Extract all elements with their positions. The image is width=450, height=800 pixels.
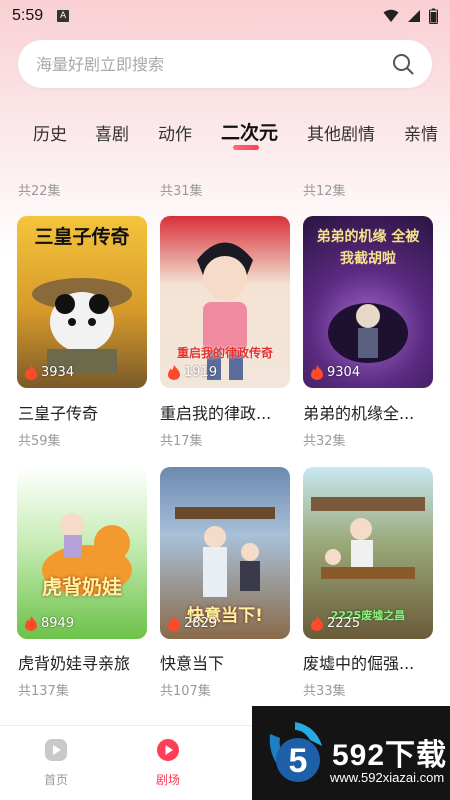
nav-home[interactable]: 首页 (26, 738, 86, 788)
drama-title[interactable]: 虎背奶娃寻亲旅 (18, 650, 130, 674)
drama-title[interactable]: 重启我的律政... (160, 400, 271, 424)
drama-poster[interactable]: 虎背奶娃 8949 (17, 467, 147, 639)
drama-title[interactable]: 废墟中的倔强... (303, 650, 414, 674)
tab-comedy[interactable]: 喜剧 (95, 120, 129, 145)
poster-title-art: 弟弟的机缘 全被我截胡啦 (316, 229, 420, 267)
status-icons (383, 8, 438, 24)
drama-poster[interactable]: 重启我的律政传奇 1919 (160, 216, 290, 388)
svg-text:5: 5 (289, 742, 308, 780)
episode-count: 共17集 (160, 434, 203, 449)
episode-count: 共22集 (18, 184, 61, 199)
status-bar: 5:59 A (0, 0, 450, 32)
fire-icon (168, 616, 180, 631)
watermark-url: www.592xiazai.com (330, 770, 445, 785)
drama-poster[interactable]: 2225废墟之昌 2225 (303, 467, 433, 639)
poster-title-art: 重启我的律政传奇 (176, 346, 273, 360)
tab-action[interactable]: 动作 (158, 120, 192, 145)
nav-home-label: 首页 (43, 773, 68, 787)
poster-character-illustration (311, 497, 425, 579)
site-watermark: 5 592下载 www.592xiazai.com (252, 706, 450, 800)
fire-icon (25, 616, 37, 631)
heat-counter: 8949 (25, 616, 74, 631)
poster-title-art: 三皇子传奇 (34, 226, 130, 248)
episode-count: 共12集 (303, 184, 346, 199)
watermark-logo-text: 592下载 (332, 739, 448, 772)
search-bar[interactable] (18, 40, 432, 88)
heat-value: 2829 (184, 616, 218, 631)
heat-value: 1919 (184, 365, 218, 380)
fire-icon (25, 365, 37, 380)
episode-count: 共59集 (18, 434, 61, 449)
episode-count: 共31集 (160, 184, 203, 199)
heat-counter: 3934 (25, 365, 74, 380)
tab-other-drama[interactable]: 其他剧情 (307, 120, 375, 145)
play-square-icon (45, 739, 67, 761)
app-notification-icon: A (57, 10, 70, 22)
fire-icon (168, 365, 180, 380)
tab-family[interactable]: 亲情 (404, 120, 438, 145)
heat-value: 3934 (41, 365, 75, 380)
poster-character-illustration (175, 507, 275, 597)
active-tab-indicator (233, 145, 259, 150)
wifi-icon (383, 9, 399, 22)
drama-poster[interactable]: 快意当下! 2829 (160, 467, 290, 639)
episode-count: 共32集 (303, 434, 346, 449)
heat-value: 9304 (327, 365, 361, 380)
watermark-logo-icon: 5 (269, 722, 322, 782)
heat-value: 8949 (41, 616, 75, 631)
signal-icon (408, 10, 420, 22)
drama-poster[interactable]: 弟弟的机缘 全被我截胡啦 9304 (303, 216, 433, 388)
drama-title[interactable]: 弟弟的机缘全... (303, 400, 414, 424)
heat-counter: 2829 (168, 616, 217, 631)
heat-value: 2225 (327, 616, 361, 631)
drama-title[interactable]: 三皇子传奇 (18, 400, 98, 424)
tab-history[interactable]: 历史 (33, 120, 67, 145)
episode-count: 共137集 (18, 684, 69, 699)
fire-icon (311, 365, 323, 380)
search-input[interactable] (36, 54, 392, 74)
drama-poster[interactable]: 三皇子传奇 3934 (17, 216, 147, 388)
nav-theater[interactable]: 剧场 (138, 738, 198, 788)
drama-grid: 共22集 共31集 共12集 三皇子传奇 3934 三皇子传奇 共59集 重启我… (0, 160, 450, 725)
heat-counter: 9304 (311, 365, 360, 380)
battery-icon (429, 8, 438, 24)
drama-title[interactable]: 快意当下 (160, 650, 224, 674)
play-circle-icon (157, 739, 179, 761)
poster-character-illustration (328, 303, 408, 363)
nav-theater-label: 剧场 (155, 773, 180, 787)
status-time: 5:59 (12, 7, 44, 24)
episode-count: 共33集 (303, 684, 346, 699)
heat-counter: 1919 (168, 365, 217, 380)
episode-count: 共107集 (160, 684, 211, 699)
fire-icon (311, 616, 323, 631)
heat-counter: 2225 (311, 616, 360, 631)
poster-title-art: 虎背奶娃 (42, 575, 122, 599)
tab-anime[interactable]: 二次元 (221, 118, 278, 145)
category-tabs: 历史 喜剧 动作 二次元 其他剧情 亲情 (0, 108, 450, 156)
poster-character-illustration (32, 278, 132, 374)
search-icon[interactable] (392, 53, 414, 75)
